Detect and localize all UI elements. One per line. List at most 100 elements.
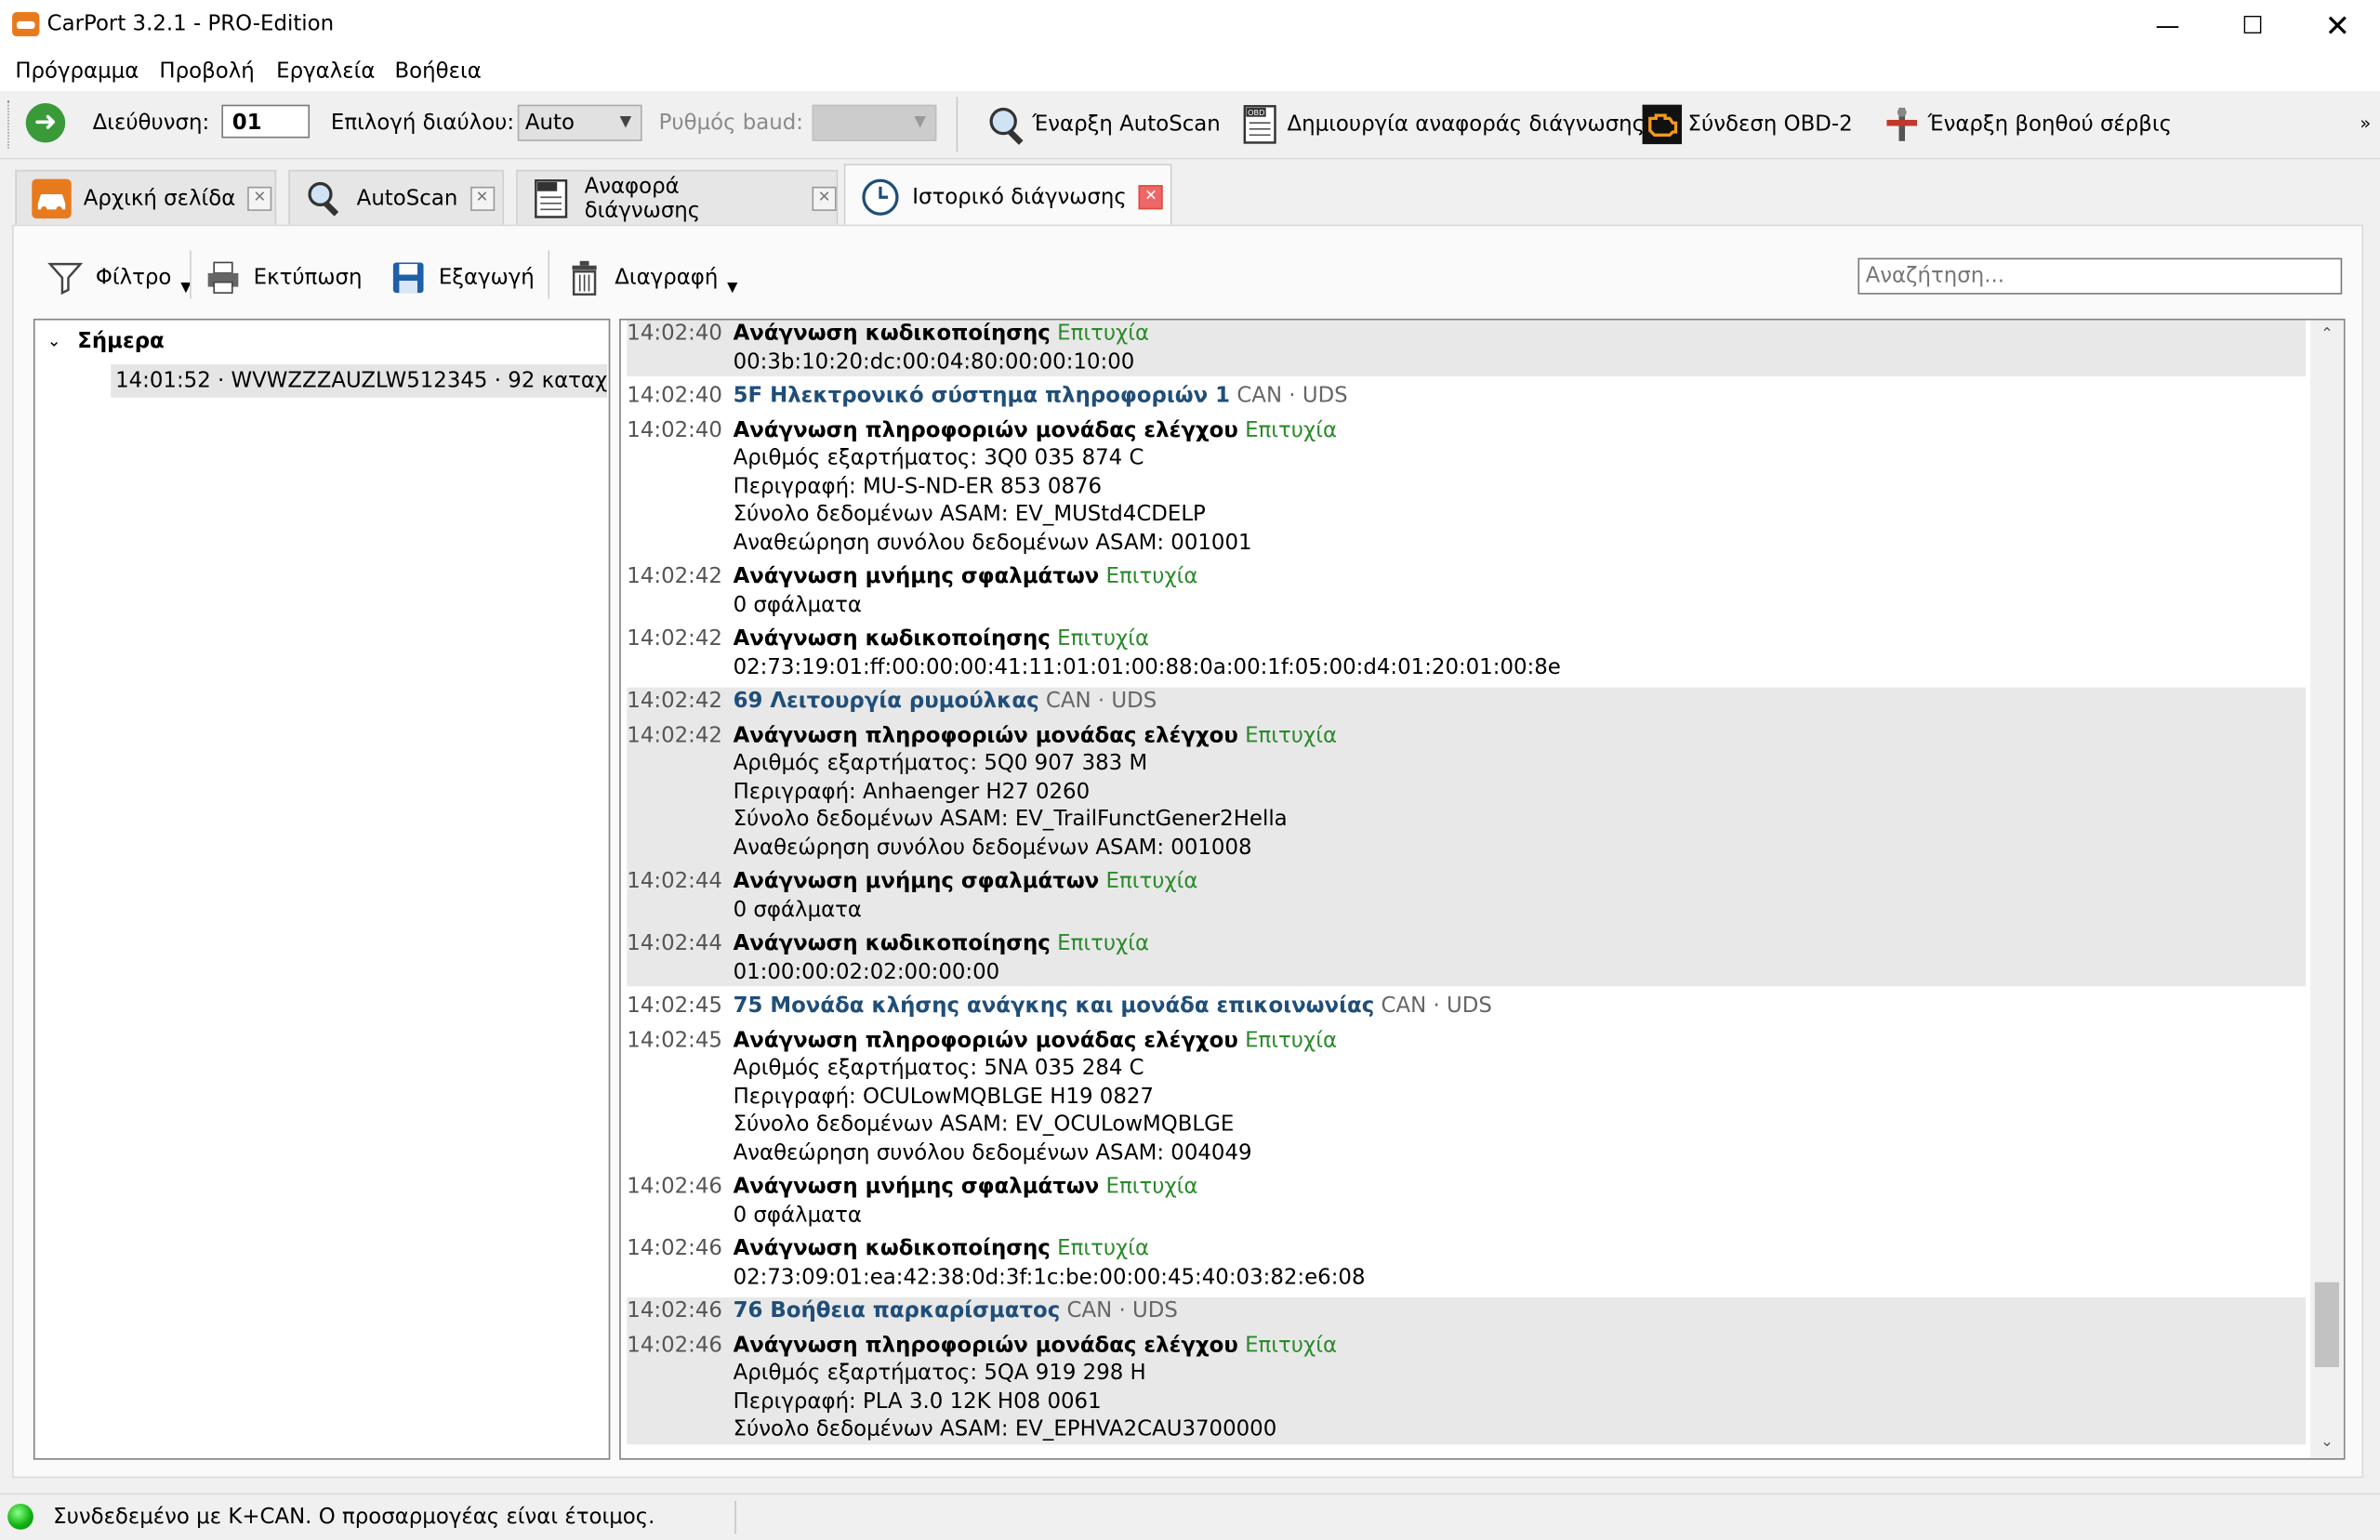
close-window-button[interactable]: ✕ xyxy=(2295,0,2380,52)
tab-home[interactable]: Αρχική σελίδα ✕ xyxy=(15,169,277,225)
log-status-success: Επιτυχία xyxy=(1245,417,1338,442)
obd-report-icon: OBD xyxy=(1242,105,1281,144)
tab-diagnosis-history[interactable]: Ιστορικό διάγνωσης ✕ xyxy=(843,164,1172,228)
scroll-thumb[interactable] xyxy=(2314,1282,2339,1368)
main-toolbar: ➜ Διεύθυνση: 01 Επιλογή διαύλου: Auto ▼ … xyxy=(0,90,2380,160)
chevron-down-icon: ▼ xyxy=(914,113,926,131)
status-separator xyxy=(734,1500,736,1534)
log-detail-line: 01:00:00:02:02:00:00:00 xyxy=(733,959,1000,984)
history-log[interactable]: 14:02:40 Ανάγνωση κωδικοποίησης Επιτυχία 0… xyxy=(619,318,2346,1460)
toolbar-grip[interactable] xyxy=(7,99,12,150)
autoscan-button[interactable]: Έναρξη AutoScan xyxy=(986,103,1221,146)
log-status-success: Επιτυχία xyxy=(1105,869,1198,894)
log-module-name: 76 Βοήθεια παρκαρίσματος xyxy=(733,1298,1061,1323)
log-entry-heading: Ανάγνωση πληροφοριών μονάδας ελέγχου Επι… xyxy=(734,1027,2306,1055)
log-entry-heading: Ανάγνωση κωδικοποίησης Επιτυχία xyxy=(734,625,2306,653)
tab-diagnosis-report[interactable]: Αναφορά διάγνωσης ✕ xyxy=(516,169,839,225)
service-assistant-label: Έναρξη βοηθού σέρβις xyxy=(1927,112,2173,137)
log-detail-line: 0 σφάλματα xyxy=(733,592,863,617)
chevron-down-icon[interactable]: ⌄ xyxy=(47,331,61,350)
log-group: 14:02:46 76 Βοήθεια παρκαρίσματος CAN · U… xyxy=(627,1296,2307,1444)
log-detail-line: Αναθεώρηση συνόλου δεδομένων ASAM: 00100… xyxy=(733,835,1252,860)
create-report-button[interactable]: OBD Δημιουργία αναφοράς διάγνωσης xyxy=(1242,103,1645,146)
close-tab-icon[interactable]: ✕ xyxy=(469,186,495,211)
log-entry-row: 14:02:44 Ανάγνωση κωδικοποίησης Επιτυχία 0… xyxy=(627,930,2306,986)
log-detail-line: Σύνολο δεδομένων ASAM: EV_OCULowMQBLGE xyxy=(733,1112,1235,1137)
log-entry-content: Ανάγνωση πληροφοριών μονάδας ελέγχου Επι… xyxy=(734,416,2306,557)
minimize-button[interactable]: — xyxy=(2125,0,2210,52)
connect-obd-button[interactable]: Σύνδεση OBD-2 xyxy=(1642,103,1853,146)
go-arrow-icon[interactable]: ➜ xyxy=(25,103,66,143)
filter-label: Φίλτρο xyxy=(95,265,172,290)
delete-button[interactable]: Διαγραφή ▼ xyxy=(566,247,737,308)
status-text: Συνδεδεμένο με K+CAN. Ο προσαρμογέας είν… xyxy=(53,1505,655,1530)
log-module-row: 14:02:40 5F Ηλεκτρονικό σύστημα πληροφορι… xyxy=(627,382,2306,410)
close-tab-icon[interactable]: ✕ xyxy=(247,186,272,211)
log-status-success: Επιτυχία xyxy=(1057,322,1150,347)
toolbar-separator xyxy=(548,250,550,299)
toolbar-overflow-icon[interactable]: » xyxy=(2360,112,2371,134)
baud-select[interactable]: ▼ xyxy=(812,104,937,141)
scroll-up-icon[interactable]: ⌃ xyxy=(2310,320,2344,350)
log-timestamp: 14:02:46 xyxy=(627,1333,722,1358)
title-bar: CarPort 3.2.1 - PRO-Edition — ☐ ✕ xyxy=(0,0,2380,52)
search-input[interactable]: Αναζήτηση... xyxy=(1858,257,2343,295)
log-operation: Ανάγνωση κωδικοποίησης xyxy=(733,626,1051,652)
filter-button[interactable]: Φίλτρο ▼ xyxy=(47,247,191,308)
log-entry-heading: 76 Βοήθεια παρκαρίσματος CAN · UDS xyxy=(734,1297,2306,1325)
log-operation: Ανάγνωση πληροφοριών μονάδας ελέγχου xyxy=(733,1028,1238,1053)
log-status-success: Επιτυχία xyxy=(1245,1028,1338,1053)
close-tab-icon[interactable]: ✕ xyxy=(1138,184,1164,209)
log-timestamp: 14:02:40 xyxy=(627,417,722,442)
bus-select[interactable]: Auto ▼ xyxy=(517,104,642,141)
log-entry-row: 14:02:45 Ανάγνωση πληροφοριών μονάδας ελέ… xyxy=(627,1027,2306,1167)
address-input[interactable]: 01 xyxy=(221,104,311,138)
log-module-name: 75 Μονάδα κλήσης ανάγκης και μονάδα επικ… xyxy=(733,994,1375,1019)
log-module-name: 69 Λειτουργία ρυμούλκας xyxy=(733,689,1039,714)
log-detail-line: Αριθμός εξαρτήματος: 5NA 035 284 C xyxy=(733,1056,1144,1081)
log-detail-line: 02:73:19:01:ff:00:00:00:41:11:01:01:00:8… xyxy=(733,654,1561,679)
log-entry-heading: Ανάγνωση πληροφοριών μονάδας ελέγχου Επι… xyxy=(734,721,2306,749)
history-panel: Φίλτρο ▼ Εκτύπωση Εξαγωγή Διαγραφή ▼ Ανα… xyxy=(12,224,2364,1479)
maximize-button[interactable]: ☐ xyxy=(2210,0,2294,52)
clock-icon xyxy=(861,177,900,216)
log-entry-heading: Ανάγνωση πληροφοριών μονάδας ελέγχου Επι… xyxy=(734,416,2306,444)
log-group: 14:02:40 5F Ηλεκτρονικό σύστημα πληροφορι… xyxy=(627,382,2306,681)
log-scrollbar[interactable]: ⌃ ⌄ xyxy=(2309,320,2344,1459)
log-detail-line: Περιγραφή: OCULowMQBLGE H19 0827 xyxy=(733,1084,1154,1109)
log-detail-line: Αναθεώρηση συνόλου δεδομένων ASAM: 00100… xyxy=(733,530,1252,555)
log-timestamp: 14:02:46 xyxy=(627,1236,722,1261)
menu-view[interactable]: Προβολή xyxy=(159,59,254,84)
tab-strip: Αρχική σελίδα ✕ AutoScan ✕ Αναφορά διάγν… xyxy=(0,158,2380,228)
scroll-down-icon[interactable]: ⌄ xyxy=(2310,1428,2344,1458)
session-tree[interactable]: ⌄ Σήμερα 14:01:52 · WVWZZZAUZLW512345 · … xyxy=(33,318,611,1460)
log-timestamp: 14:02:44 xyxy=(627,931,722,956)
log-status-success: Επιτυχία xyxy=(1105,564,1198,589)
tree-item-session[interactable]: 14:01:52 · WVWZZZAUZLW512345 · 92 καταχ.… xyxy=(111,363,608,398)
log-protocol: CAN · UDS xyxy=(1045,689,1157,714)
log-status-success: Επιτυχία xyxy=(1057,931,1150,956)
print-button[interactable]: Εκτύπωση xyxy=(205,247,362,308)
log-entry-content: Ανάγνωση μνήμης σφαλμάτων Επιτυχία 0 σφάλ… xyxy=(734,868,2306,924)
log-status-success: Επιτυχία xyxy=(1245,1333,1338,1358)
service-assistant-button[interactable]: Έναρξη βοηθού σέρβις xyxy=(1883,103,2172,146)
export-button[interactable]: Εξαγωγή xyxy=(390,247,535,308)
log-timestamp: 14:02:42 xyxy=(627,564,722,589)
tree-group-today[interactable]: Σήμερα xyxy=(77,329,164,353)
log-operation: Ανάγνωση μνήμης σφαλμάτων xyxy=(733,564,1100,589)
floppy-disk-icon xyxy=(390,259,427,296)
log-entry-content: Ανάγνωση πληροφοριών μονάδας ελέγχου Επι… xyxy=(734,721,2306,862)
close-tab-icon[interactable]: ✕ xyxy=(812,186,837,211)
printer-icon xyxy=(205,259,241,296)
tab-autoscan[interactable]: AutoScan ✕ xyxy=(288,169,505,225)
menu-help[interactable]: Βοήθεια xyxy=(395,59,482,84)
log-entry-row: 14:02:44 Ανάγνωση μνήμης σφαλμάτων Επιτυχ… xyxy=(627,868,2306,924)
log-entry-heading: Ανάγνωση μνήμης σφαλμάτων Επιτυχία xyxy=(734,563,2306,591)
log-detail-line: Αναθεώρηση συνόλου δεδομένων ASAM: 00404… xyxy=(733,1139,1252,1165)
menu-tools[interactable]: Εργαλεία xyxy=(276,59,375,84)
log-module-name: 5F Ηλεκτρονικό σύστημα πληροφοριών 1 xyxy=(733,384,1231,409)
menu-program[interactable]: Πρόγραμμα xyxy=(15,59,139,84)
tab-home-label: Αρχική σελίδα xyxy=(83,186,236,211)
log-status-success: Επιτυχία xyxy=(1105,1174,1198,1199)
engine-warning-icon xyxy=(1642,104,1683,145)
